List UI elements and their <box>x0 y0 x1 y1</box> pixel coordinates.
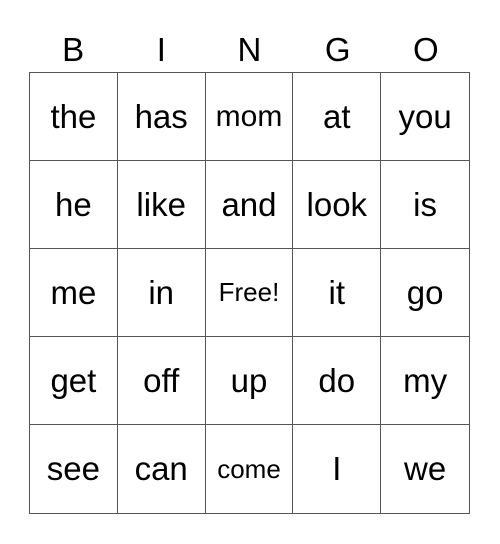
bingo-cell[interactable]: is <box>381 161 469 249</box>
bingo-cell[interactable]: me <box>30 249 118 337</box>
bingo-cell[interactable]: do <box>293 337 382 425</box>
bingo-cell[interactable]: go <box>381 249 469 337</box>
bingo-cell[interactable]: at <box>293 73 382 161</box>
bingo-cell[interactable]: come <box>206 425 294 513</box>
bingo-cell[interactable]: you <box>381 73 469 161</box>
header-letter-n: N <box>237 31 262 68</box>
free-space-cell[interactable]: Free! <box>205 249 294 337</box>
bingo-cell[interactable]: and <box>205 161 294 249</box>
bingo-cell[interactable]: it <box>293 249 382 337</box>
bingo-cell[interactable]: we <box>381 425 469 513</box>
bingo-cell[interactable]: see <box>30 425 118 513</box>
bingo-cell[interactable]: up <box>205 337 294 425</box>
bingo-cell[interactable]: he <box>30 161 118 249</box>
header-letter-o: O <box>413 31 439 68</box>
bingo-cell[interactable]: off <box>117 337 206 425</box>
bingo-cell[interactable]: the <box>30 73 118 161</box>
bingo-cell[interactable]: in <box>117 249 206 337</box>
bingo-card-grid: the has mom at you he like and look is m… <box>29 72 470 514</box>
bingo-cell[interactable]: has <box>117 73 206 161</box>
header-letter-b: B <box>62 31 85 68</box>
bingo-cell[interactable]: get <box>30 337 118 425</box>
bingo-cell[interactable]: my <box>381 337 469 425</box>
bingo-cell[interactable]: like <box>117 161 206 249</box>
bingo-cell[interactable]: look <box>293 161 382 249</box>
bingo-header: B I N G O <box>29 28 470 72</box>
header-letter-i: I <box>156 31 166 68</box>
header-letter-g: G <box>324 31 351 68</box>
bingo-cell[interactable]: can <box>118 425 206 513</box>
bingo-cell[interactable]: I <box>293 425 382 513</box>
bingo-cell[interactable]: mom <box>205 73 294 161</box>
